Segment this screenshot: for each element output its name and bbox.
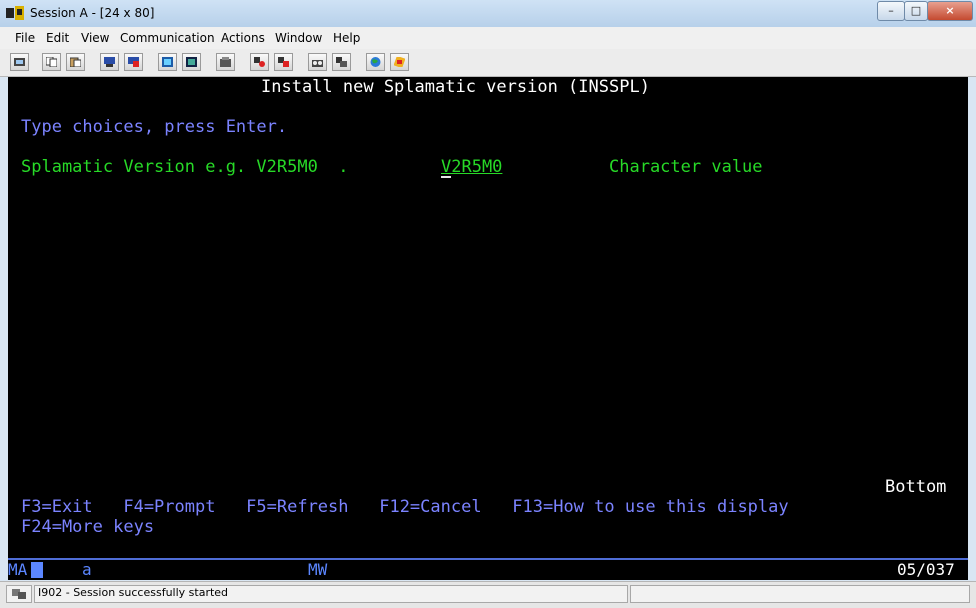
maximize-button[interactable]: □ xyxy=(904,1,928,21)
oia-field-mw: MW xyxy=(308,560,328,579)
menu-view[interactable]: View xyxy=(81,31,109,45)
menu-edit[interactable]: Edit xyxy=(46,31,69,45)
connection-icon xyxy=(12,589,26,599)
macro-record-icon[interactable] xyxy=(216,53,235,71)
emulator-window: Session A - [24 x 80] – □ × File Edit Vi… xyxy=(0,0,976,608)
function-keys-line-1: F3=Exit F4=Prompt F5=Refresh F12=Cancel … xyxy=(21,497,789,517)
function-keys-line-2: F24=More keys xyxy=(21,517,155,537)
macro-edit-icon[interactable] xyxy=(332,53,351,71)
oia-mode: MA xyxy=(8,560,28,579)
macro-stop-icon[interactable] xyxy=(274,53,293,71)
status-extra-cell xyxy=(630,585,970,603)
text-cursor xyxy=(441,176,451,178)
macro-play-icon[interactable] xyxy=(250,53,269,71)
menu-window[interactable]: Window xyxy=(275,31,322,45)
version-field-label: Splamatic Version e.g. V2R5M0 . xyxy=(21,157,349,177)
connection-status-cell xyxy=(6,585,32,603)
copy-icon[interactable] xyxy=(42,53,61,71)
send-icon[interactable] xyxy=(100,53,119,71)
minimize-button[interactable]: – xyxy=(877,1,905,21)
window-title: Session A - [24 x 80] xyxy=(30,6,155,20)
macro-run-icon[interactable] xyxy=(308,53,327,71)
menu-communication[interactable]: Communication xyxy=(120,31,215,45)
screen-title: Install new Splamatic version (INSSPL) xyxy=(261,77,650,97)
terminal-screen[interactable]: Install new Splamatic version (INSSPL) T… xyxy=(8,77,968,558)
emulator-app-icon xyxy=(6,6,24,20)
status-bar: I902 - Session successfully started xyxy=(0,581,976,608)
oia-indicator-block xyxy=(31,562,43,578)
title-bar[interactable]: Session A - [24 x 80] – □ × xyxy=(0,0,976,27)
scroll-indicator: Bottom xyxy=(885,477,947,497)
menu-help[interactable]: Help xyxy=(333,31,360,45)
toolbar xyxy=(0,49,976,77)
operator-info-area: MA a MW 05/037 xyxy=(8,558,968,580)
print-screen-icon[interactable] xyxy=(10,53,29,71)
version-field-hint: Character value xyxy=(609,157,763,177)
cursor-position: 05/037 xyxy=(897,560,955,579)
help-icon[interactable] xyxy=(390,53,409,71)
status-message: I902 - Session successfully started xyxy=(38,586,229,599)
keypad-icon[interactable] xyxy=(182,53,201,71)
version-input-field[interactable]: V2R5M0 xyxy=(441,157,502,177)
paste-icon[interactable] xyxy=(66,53,85,71)
receive-icon[interactable] xyxy=(124,53,143,71)
oia-field-a: a xyxy=(82,560,92,579)
menu-bar: File Edit View Communication Actions Win… xyxy=(0,27,976,50)
display-icon[interactable] xyxy=(158,53,177,71)
menu-actions[interactable]: Actions xyxy=(221,31,265,45)
close-button[interactable]: × xyxy=(927,1,973,21)
instruction-text: Type choices, press Enter. xyxy=(21,117,288,137)
menu-file[interactable]: File xyxy=(15,31,35,45)
globe-icon[interactable] xyxy=(366,53,385,71)
